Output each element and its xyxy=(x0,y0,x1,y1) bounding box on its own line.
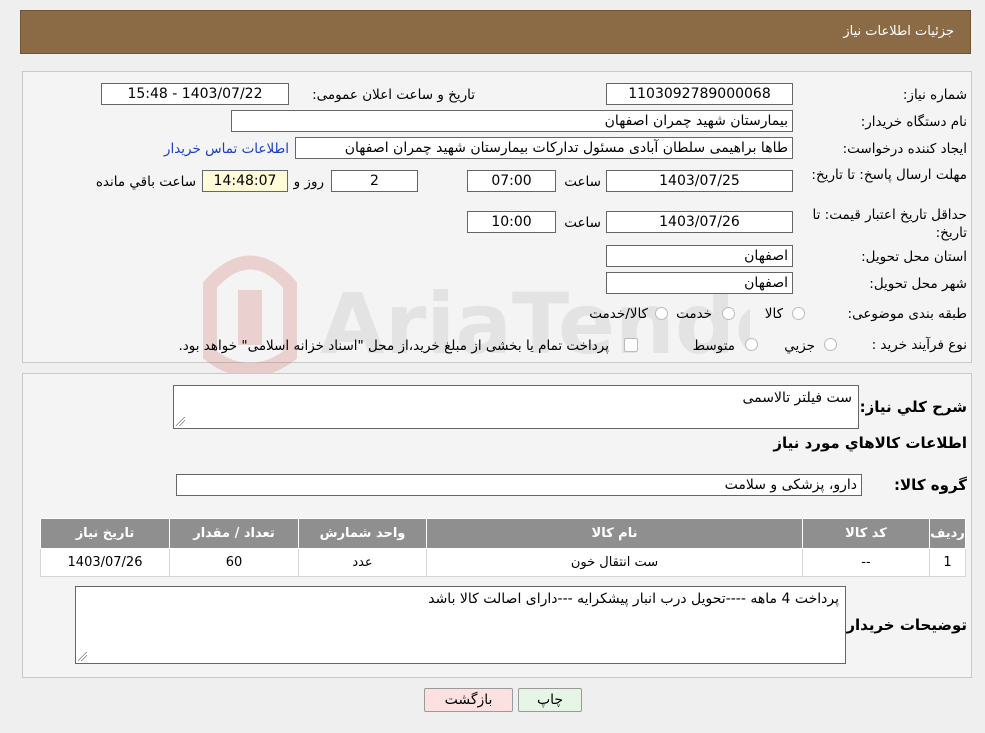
resize-grip-icon[interactable] xyxy=(176,417,185,426)
cell-unit: عدد xyxy=(298,548,427,577)
delivery-province-field: اصفهان xyxy=(606,245,793,267)
validity-hour-label: ساعت xyxy=(564,215,601,231)
category-both-radio[interactable] xyxy=(655,307,668,320)
treasury-payment-checkbox[interactable] xyxy=(624,338,638,352)
cell-name: ست انتقال خون xyxy=(426,548,803,577)
goods-group-label: گروه کالا: xyxy=(894,476,967,494)
general-desc-text: ست فیلتر تالاسمی xyxy=(742,390,852,406)
back-button[interactable]: بازگشت xyxy=(424,688,513,712)
category-option-goods: کالا xyxy=(764,306,783,322)
validity-time-field: 10:00 xyxy=(467,211,556,233)
buyer-notes-text: پرداخت 4 ماهه ----تحویل درب انبار پیشکرا… xyxy=(428,591,839,607)
goods-info-heading: اطلاعات کالاهاي مورد نياز xyxy=(773,434,967,452)
col-unit-header: واحد شمارش xyxy=(298,518,427,549)
purchase-option-minor: جزیي xyxy=(784,338,815,354)
buyer-contact-link[interactable]: اطلاعات تماس خریدار xyxy=(164,141,289,157)
announce-datetime-field: 1403/07/22 - 15:48 xyxy=(101,83,289,105)
resize-grip-icon[interactable] xyxy=(78,652,87,661)
purchase-type-label: نوع فرآیند خرید : xyxy=(871,337,967,353)
need-number-field: 1103092789000068 xyxy=(606,83,793,105)
delivery-city-label: شهر محل تحویل: xyxy=(869,276,967,292)
category-label: طبقه بندی موضوعی: xyxy=(847,306,967,322)
reply-date-field: 1403/07/25 xyxy=(606,170,793,192)
delivery-province-label: استان محل تحویل: xyxy=(861,249,967,265)
cell-date: 1403/07/26 xyxy=(40,548,170,577)
page-header: جزئیات اطلاعات نیاز xyxy=(20,10,971,54)
request-creator-label: ایجاد کننده درخواست: xyxy=(842,141,967,157)
price-validity-label: حداقل تاريخ اعتبار قيمت: تا تاريخ: xyxy=(812,207,967,241)
validity-date-field: 1403/07/26 xyxy=(606,211,793,233)
remaining-days-field: 2 xyxy=(331,170,418,192)
table-row: 1 -- ست انتقال خون عدد 60 1403/07/26 xyxy=(40,548,966,577)
col-date-header: تاريخ نياز xyxy=(40,518,170,549)
buyer-notes-label: توضيحات خريدار: xyxy=(840,616,967,634)
category-option-both: کالا/خدمت xyxy=(589,306,648,322)
reply-time-field: 07:00 xyxy=(467,170,556,192)
page-title: جزئیات اطلاعات نیاز xyxy=(843,24,954,39)
delivery-city-field: اصفهان xyxy=(606,272,793,294)
cell-row: 1 xyxy=(929,548,966,577)
purchase-medium-radio[interactable] xyxy=(745,338,758,351)
reply-hour-label: ساعت xyxy=(564,174,601,190)
buyer-org-label: نام دستگاه خریدار: xyxy=(860,114,967,130)
goods-group-field: دارو، پزشکی و سلامت xyxy=(176,474,862,496)
print-button[interactable]: چاپ xyxy=(518,688,582,712)
day-and-label: روز و xyxy=(293,174,324,190)
general-desc-label: شرح کلي نياز: xyxy=(859,398,967,416)
category-option-service: خدمت xyxy=(676,306,712,322)
general-desc-textarea[interactable]: ست فیلتر تالاسمی xyxy=(173,385,859,429)
col-code-header: کد کالا xyxy=(802,518,930,549)
need-number-label: شماره نیاز: xyxy=(902,87,967,103)
table-header-row: رديف کد کالا نام کالا واحد شمارش تعداد /… xyxy=(40,518,966,549)
reply-deadline-label: مهلت ارسال پاسخ: تا تاریخ: xyxy=(811,167,967,183)
goods-table-wrapper: رديف کد کالا نام کالا واحد شمارش تعداد /… xyxy=(40,518,966,577)
col-row-header: رديف xyxy=(929,518,966,549)
announce-datetime-label: تاریخ و ساعت اعلان عمومی: xyxy=(312,87,475,103)
col-name-header: نام کالا xyxy=(426,518,803,549)
remaining-label: ساعت باقي مانده xyxy=(95,174,196,190)
col-qty-header: تعداد / مقدار xyxy=(169,518,299,549)
buyer-notes-textarea[interactable]: پرداخت 4 ماهه ----تحویل درب انبار پیشکرا… xyxy=(75,586,846,664)
purchase-option-medium: متوسط xyxy=(692,338,735,354)
cell-code: -- xyxy=(802,548,930,577)
category-service-radio[interactable] xyxy=(722,307,735,320)
cell-qty: 60 xyxy=(169,548,299,577)
category-goods-radio[interactable] xyxy=(792,307,805,320)
payment-note: پرداخت تمام یا بخشی از مبلغ خرید،از محل … xyxy=(178,338,609,354)
request-creator-field: طاها براهیمی سلطان آبادی مسئول تدارکات ب… xyxy=(295,137,793,159)
remaining-time-field: 14:48:07 xyxy=(202,170,288,192)
goods-table: رديف کد کالا نام کالا واحد شمارش تعداد /… xyxy=(40,518,966,577)
buyer-org-field: بیمارستان شهید چمران اصفهان xyxy=(231,110,793,132)
purchase-minor-radio[interactable] xyxy=(824,338,837,351)
